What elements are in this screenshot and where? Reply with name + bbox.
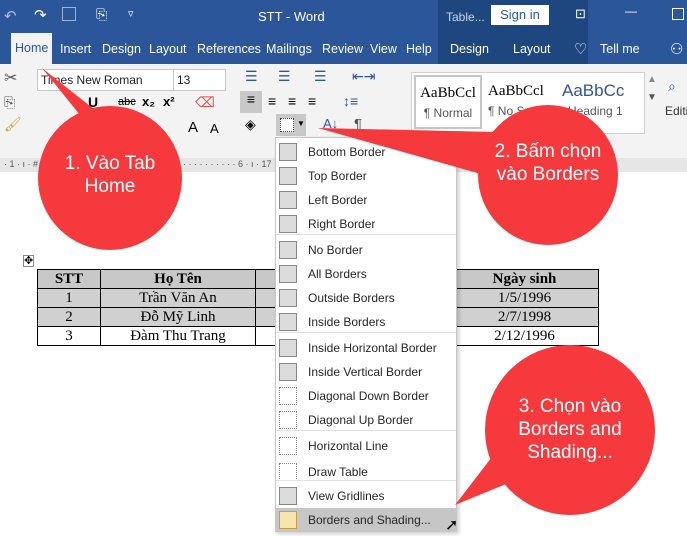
callout-1-tail — [42, 68, 95, 115]
callout-2-tail — [318, 128, 495, 178]
callout-1-text: 1. Vào Tab Home — [64, 153, 156, 197]
callout-3-text: 3. Chọn vào Borders and Shading... — [518, 396, 622, 463]
mouse-cursor-icon: ➚ — [445, 517, 459, 534]
callout-2-text: 2. Bấm chọn vào Borders — [494, 141, 602, 185]
